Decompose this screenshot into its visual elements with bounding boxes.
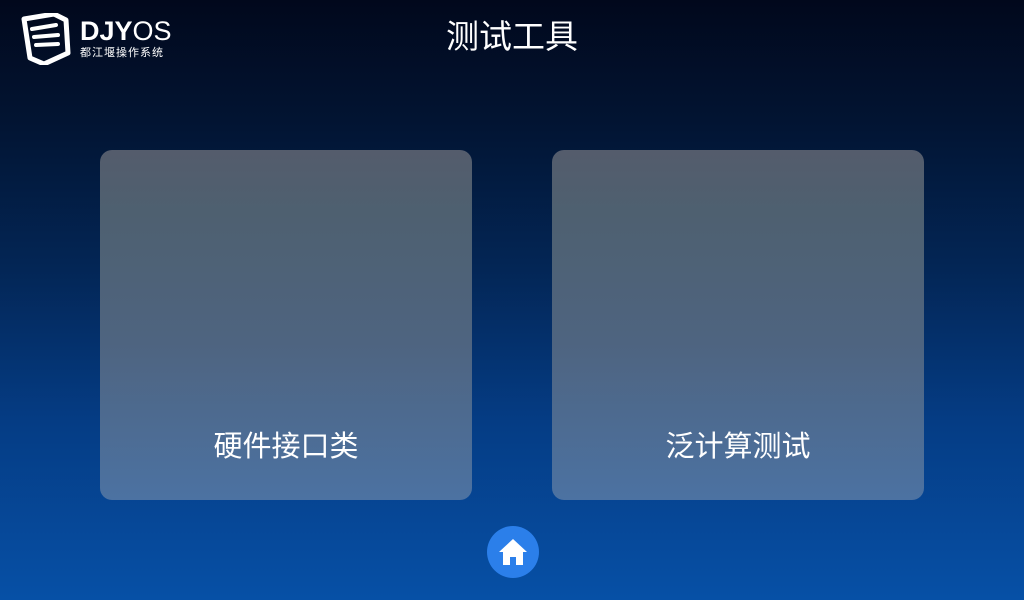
general-computing-test-label: 泛计算测试 bbox=[665, 429, 811, 463]
general-computing-test-card[interactable]: 泛计算测试 bbox=[552, 150, 924, 500]
home-button[interactable] bbox=[487, 526, 539, 578]
home-icon bbox=[499, 539, 527, 565]
hardware-interface-card[interactable]: 硬件接口类 bbox=[100, 150, 472, 500]
hardware-interface-label: 硬件接口类 bbox=[213, 429, 359, 463]
page-title: 测试工具 bbox=[446, 17, 578, 56]
